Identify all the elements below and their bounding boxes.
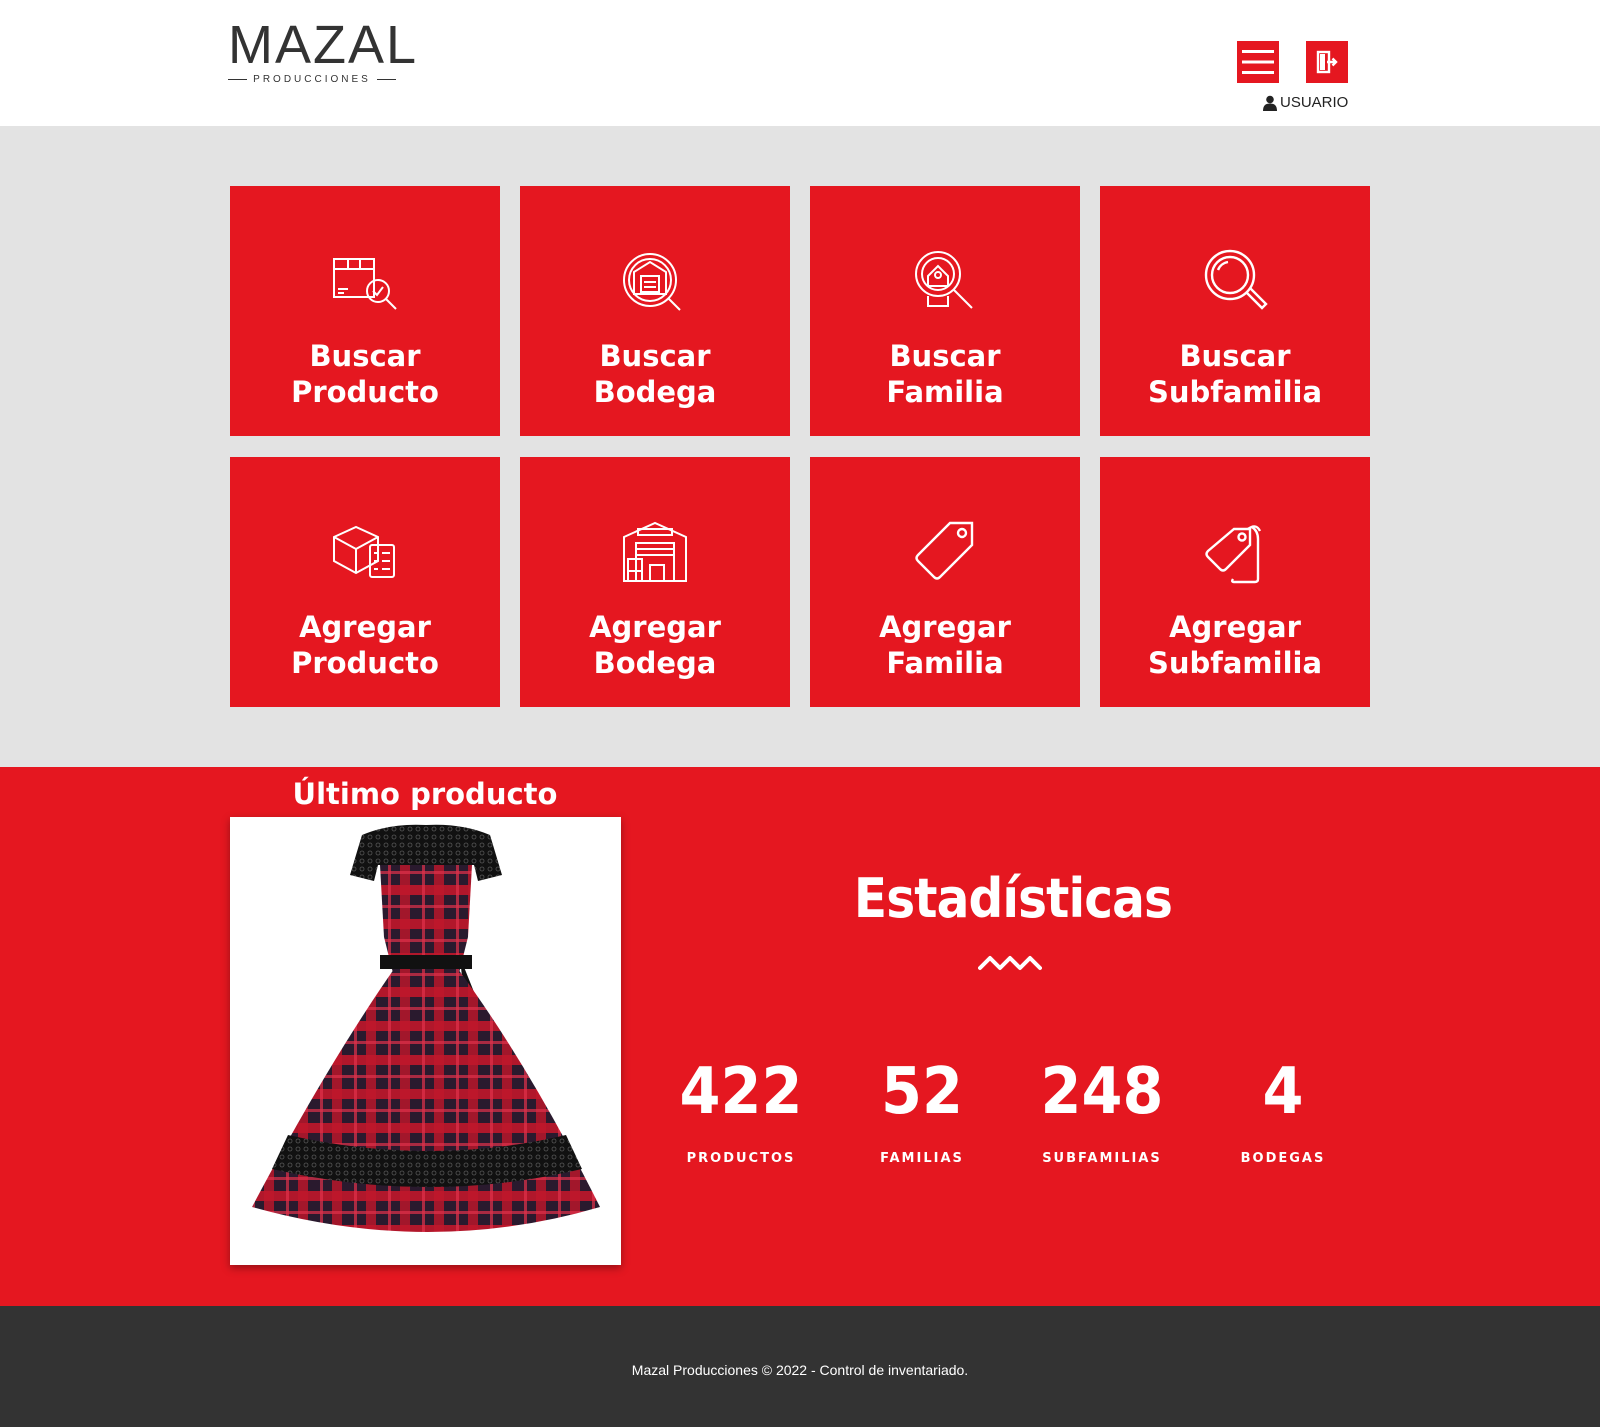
dress-image	[252, 824, 600, 1232]
tile-label: Buscar Producto	[291, 339, 439, 409]
tile-label: Buscar Subfamilia	[1147, 339, 1323, 409]
menu-button[interactable]	[1237, 41, 1279, 83]
warehouse-search-icon	[623, 253, 681, 311]
agregar-bodega-tile[interactable]: Agregar Bodega	[520, 457, 790, 707]
user-label: USUARIO	[1280, 94, 1349, 111]
tile-label: Buscar Familia	[886, 339, 1004, 409]
summary-section: Último producto Estadísticas 422 PRODUCT…	[0, 767, 1600, 1306]
user-indicator[interactable]: USUARIO	[1263, 94, 1348, 111]
agregar-subfamilia-tile[interactable]: Agregar Subfamilia	[1100, 457, 1370, 707]
tag-icon	[915, 521, 974, 580]
warehouse-icon	[623, 521, 687, 582]
stat-subfamilias: 248 SUBFAMILIAS	[1022, 1057, 1182, 1166]
stat-productos: 422 PRODUCTOS	[661, 1057, 821, 1166]
logout-button[interactable]	[1306, 41, 1348, 83]
stat-value: 248	[1040, 1055, 1164, 1129]
site-footer: Mazal Producciones © 2022 - Control de i…	[0, 1306, 1600, 1427]
site-header: MAZAL PRODUCCIONES USUARIO	[0, 0, 1600, 126]
tile-label: Agregar Familia	[879, 610, 1011, 680]
stat-familias: 52 FAMILIAS	[842, 1057, 1002, 1166]
stat-label: FAMILIAS	[880, 1151, 964, 1166]
box-search-icon	[333, 258, 397, 310]
stats-title: Estadísticas	[853, 867, 1173, 930]
tile-label: Agregar Subfamilia	[1147, 610, 1323, 680]
buscar-bodega-tile[interactable]: Buscar Bodega	[520, 186, 790, 436]
logo-subtitle: PRODUCCIONES	[253, 74, 371, 85]
stat-value: 52	[881, 1055, 963, 1129]
actions-panel: Buscar Producto Buscar Bodega Buscar Fam…	[0, 126, 1600, 767]
actions-grid: Buscar Producto Buscar Bodega Buscar Fam…	[230, 186, 1370, 707]
buscar-producto-tile[interactable]: Buscar Producto	[230, 186, 500, 436]
hamburger-icon	[1242, 50, 1274, 74]
stat-label: PRODUCTOS	[686, 1151, 796, 1166]
agregar-familia-tile[interactable]: Agregar Familia	[810, 457, 1080, 707]
stat-bodegas: 4 BODEGAS	[1203, 1057, 1363, 1166]
buscar-subfamilia-tile[interactable]: Buscar Subfamilia	[1100, 186, 1370, 436]
buscar-familia-tile[interactable]: Buscar Familia	[810, 186, 1080, 436]
logout-door-icon	[1316, 50, 1338, 74]
home-search-icon	[915, 251, 973, 309]
agregar-producto-tile[interactable]: Agregar Producto	[230, 457, 500, 707]
tile-label: Agregar Producto	[291, 610, 439, 680]
footer-copyright: Mazal Producciones © 2022 - Control de i…	[631, 1362, 969, 1378]
logo-subtitle-row: PRODUCCIONES	[228, 74, 396, 85]
tile-label: Agregar Bodega	[589, 610, 721, 680]
squiggle-divider-icon	[978, 956, 1042, 970]
stat-label: SUBFAMILIAS	[1042, 1151, 1162, 1166]
logo-wordmark: MAZAL	[228, 15, 419, 75]
double-tag-icon	[1205, 525, 1262, 584]
last-product-image[interactable]	[230, 817, 621, 1265]
stat-value: 422	[679, 1055, 803, 1129]
tile-label: Buscar Bodega	[593, 339, 717, 409]
magnifier-icon	[1204, 249, 1268, 310]
stat-label: BODEGAS	[1240, 1151, 1326, 1166]
stat-value: 4	[1262, 1055, 1304, 1129]
last-product-title: Último producto	[292, 777, 558, 811]
user-icon	[1263, 95, 1277, 111]
mazal-logo[interactable]: MAZAL PRODUCCIONES	[228, 15, 419, 90]
logo-divider-right	[376, 79, 396, 80]
logo-divider-left	[228, 79, 248, 80]
box-checklist-icon	[333, 525, 395, 578]
